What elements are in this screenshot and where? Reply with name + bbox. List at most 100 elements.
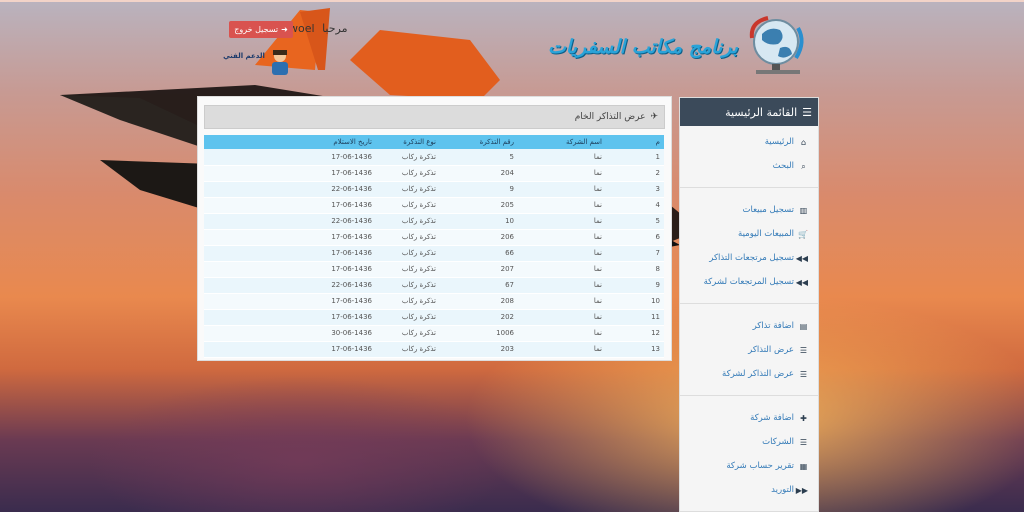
cell-ticket-number: 10 [505, 217, 514, 225]
sidebar-group-main: ⌂ الرئيسية ⌕ البحث [680, 126, 818, 188]
sidebar-group-companies: ✚ اضافة شركة ☰ الشركات ▦ تقرير حساب شركة… [680, 396, 818, 511]
cell-ticket-type: تذكرة ركاب [401, 265, 436, 273]
cell-ticket-number: 202 [500, 313, 514, 321]
table-row[interactable]: 6 نما 206 تذكرة ركاب 17-06-1436 [204, 229, 664, 245]
table-row[interactable]: 1 نما 5 تذكرة ركاب 17-06-1436 [204, 149, 664, 165]
cell-ticket-number: 208 [500, 297, 514, 305]
cell-company: نما [593, 297, 602, 305]
sidebar-item-home[interactable]: ⌂ الرئيسية [680, 130, 818, 154]
globe-network-icon [749, 16, 804, 74]
table-row[interactable]: 11 نما 202 تذكرة ركاب 17-06-1436 [204, 309, 664, 325]
cell-ticket-type: تذكرة ركاب [401, 313, 436, 321]
table-row[interactable]: 10 نما 208 تذكرة ركاب 17-06-1436 [204, 293, 664, 309]
sidebar-item-label: تسجيل مبيعات [742, 205, 794, 215]
cell-received-date: 17-06-1436 [331, 297, 372, 305]
sidebar-item-label: عرض التذاكر لشركة [722, 369, 794, 379]
table-row[interactable]: 4 نما 205 تذكرة ركاب 17-06-1436 [204, 197, 664, 213]
table-row[interactable]: 7 نما 66 تذكرة ركاب 17-06-1436 [204, 245, 664, 261]
cell-index: 9 [655, 281, 660, 289]
cell-index: 13 [651, 345, 660, 353]
logout-icon: ➜ [281, 25, 288, 34]
sidebar-item-daily-sales[interactable]: 🛒 المبيعات اليومية [680, 222, 818, 246]
sidebar-item-supply[interactable]: ▶▶ التوريد [680, 478, 818, 502]
cell-index: 1 [655, 152, 660, 161]
cart-icon: 🛒 [798, 229, 808, 239]
list-icon: ☰ [799, 345, 808, 355]
greeting: مرحبا woel [285, 22, 348, 35]
logout-button[interactable]: ➜ تسجيل خروج [229, 21, 293, 38]
cell-received-date: 17-06-1436 [331, 249, 372, 257]
cell-index: 10 [651, 297, 660, 305]
sidebar-item-ticket-returns[interactable]: ◀◀ تسجيل مرتجعات التذاكر [680, 246, 818, 270]
table-row[interactable]: 8 نما 207 تذكرة ركاب 17-06-1436 [204, 261, 664, 277]
cell-ticket-type: تذكرة ركاب [401, 185, 436, 193]
list-icon: ☰ [799, 369, 808, 379]
sidebar-item-add-tickets[interactable]: ▤ اضافة تذاكر [680, 314, 818, 338]
tickets-table: م اسم الشركة رقم التذكرة نوع التذكرة تار… [204, 135, 664, 358]
cell-ticket-type: تذكرة ركاب [401, 345, 436, 353]
cell-company: نما [593, 152, 602, 161]
cell-ticket-number: 205 [500, 201, 514, 209]
cell-ticket-number: 1006 [496, 329, 514, 337]
plus-icon: ✚ [800, 413, 807, 423]
cell-index: 6 [655, 233, 660, 241]
column-header-received-date: تاريخ الاستلام [333, 138, 372, 146]
cell-company: نما [593, 345, 602, 353]
forward-icon: ▶▶ [795, 485, 808, 495]
cell-ticket-number: 9 [509, 185, 514, 193]
main-menu-sidebar: ☰ القائمة الرئيسية ⌂ الرئيسية ⌕ البحث ▥ … [679, 97, 819, 512]
cell-ticket-type: تذكرة ركاب [401, 297, 436, 305]
panel-header: ✈ عرض التذاكر الخام [204, 105, 665, 129]
sidebar-title: القائمة الرئيسية [725, 105, 798, 119]
cell-received-date: 17-06-1436 [331, 201, 372, 209]
cell-received-date: 17-06-1436 [331, 233, 372, 241]
table-row[interactable]: 13 نما 203 تذكرة ركاب 17-06-1436 [204, 341, 664, 357]
column-header-ticket-number: رقم التذكرة [479, 138, 514, 146]
cell-company: نما [593, 201, 602, 209]
list-icon: ☰ [799, 437, 808, 447]
cell-received-date: 17-06-1436 [331, 169, 372, 177]
sidebar-item-companies[interactable]: ☰ الشركات [680, 430, 818, 454]
sidebar-item-view-company-tickets[interactable]: ☰ عرض التذاكر لشركة [680, 362, 818, 386]
table-row[interactable]: 5 نما 10 تذكرة ركاب 22-06-1436 [204, 213, 664, 229]
sidebar-item-add-company[interactable]: ✚ اضافة شركة [680, 406, 818, 430]
support-avatar[interactable]: الدعم الفني [219, 48, 289, 76]
table-row[interactable]: 9 نما 67 تذكرة ركاب 22-06-1436 [204, 277, 664, 293]
cell-index: 8 [655, 265, 660, 273]
cell-ticket-type: تذكرة ركاب [401, 201, 436, 209]
table-row[interactable]: 3 نما 9 تذكرة ركاب 22-06-1436 [204, 181, 664, 197]
cell-received-date: 17-06-1436 [331, 152, 372, 161]
cell-received-date: 17-06-1436 [331, 345, 372, 353]
cell-ticket-type: تذكرة ركاب [401, 329, 436, 337]
sidebar-item-label: التوريد [771, 485, 794, 495]
sidebar-item-company-report[interactable]: ▦ تقرير حساب شركة [680, 454, 818, 478]
sidebar-item-label: تسجيل المرتجعات لشركة [703, 277, 794, 287]
sidebar-item-view-tickets[interactable]: ☰ عرض التذاكر [680, 338, 818, 362]
home-icon: ⌂ [800, 137, 807, 147]
cell-received-date: 30-06-1436 [331, 329, 372, 337]
sidebar-item-label: تقرير حساب شركة [726, 461, 794, 471]
logout-label: تسجيل خروج [234, 25, 279, 34]
sidebar-item-label: تسجيل مرتجعات التذاكر [709, 253, 794, 263]
cell-ticket-number: 5 [509, 152, 514, 161]
sidebar-item-label: البحث [772, 161, 794, 171]
cell-company: نما [593, 233, 602, 241]
table-header-row: م اسم الشركة رقم التذكرة نوع التذكرة تار… [204, 135, 664, 149]
panel-title: عرض التذاكر الخام [574, 112, 646, 122]
sidebar-item-record-sales[interactable]: ▥ تسجيل مبيعات [680, 198, 818, 222]
table-row[interactable]: 12 نما 1006 تذكرة ركاب 30-06-1436 [204, 325, 664, 341]
column-header-index: م [655, 138, 660, 146]
sidebar-group-sales: ▥ تسجيل مبيعات 🛒 المبيعات اليومية ◀◀ تسج… [680, 188, 818, 304]
cell-company: نما [593, 217, 602, 225]
cell-index: 2 [655, 169, 660, 177]
logo-title: برنامج مكاتب السفريات [548, 36, 738, 58]
table-row[interactable]: 2 نما 204 تذكرة ركاب 17-06-1436 [204, 165, 664, 181]
cell-index: 3 [655, 185, 660, 193]
raw-tickets-panel: ✈ عرض التذاكر الخام م اسم الشركة رقم الت… [197, 96, 672, 361]
sidebar-group-tickets: ▤ اضافة تذاكر ☰ عرض التذاكر ☰ عرض التذاك… [680, 304, 818, 396]
sidebar-item-company-returns[interactable]: ◀◀ تسجيل المرتجعات لشركة [680, 270, 818, 294]
cell-ticket-number: 204 [500, 169, 514, 177]
cell-company: نما [593, 313, 602, 321]
app-logo[interactable]: برنامج مكاتب السفريات [548, 14, 818, 84]
sidebar-item-search[interactable]: ⌕ البحث [680, 154, 818, 178]
